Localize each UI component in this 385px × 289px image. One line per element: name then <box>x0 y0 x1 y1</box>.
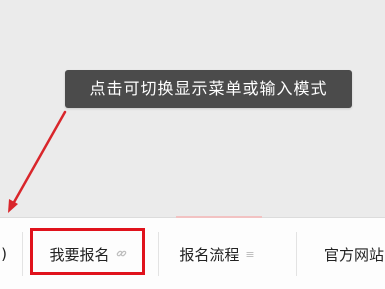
menu-item-label: 报名流程 <box>179 245 240 264</box>
highlight-box <box>30 228 145 275</box>
input-mode-toggle-glyph: ) <box>1 245 7 263</box>
menu-item-official-site[interactable]: 官方网站 <box>300 218 385 289</box>
menu-item-registration-process[interactable]: 报名流程 ≡ <box>160 218 274 289</box>
menu-divider <box>22 232 23 276</box>
mode-switch-tooltip: 点击可切换显示菜单或输入模式 <box>65 70 352 108</box>
menu-item-label: 官方网站 <box>324 245 385 264</box>
menu-divider <box>296 232 297 276</box>
menu-lines-icon: ≡ <box>245 247 255 261</box>
input-mode-toggle[interactable]: ) <box>0 218 14 289</box>
screen: 点击可切换显示菜单或输入模式 ) 我要报名 报名流程 ≡ 官方网站 <box>0 0 385 289</box>
menu-divider <box>158 232 159 276</box>
